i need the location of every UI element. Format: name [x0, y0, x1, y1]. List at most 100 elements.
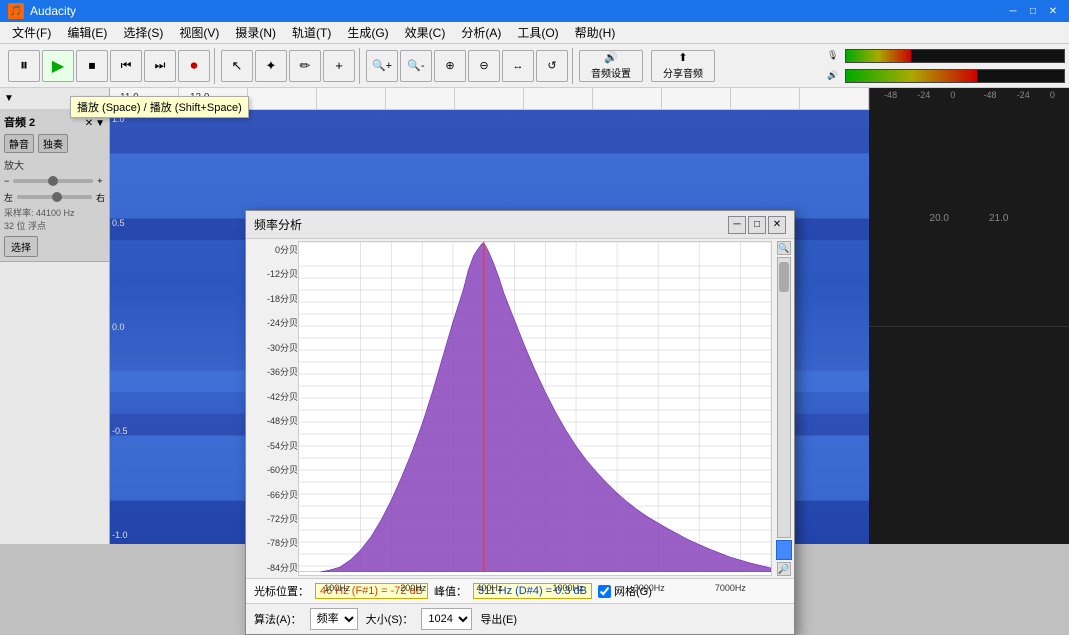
audio-controls: 🔊 音频设置 ⬆ 分享音频	[575, 48, 719, 84]
vu-placeholder2: 21.0	[989, 213, 1008, 224]
menu-track[interactable]: 轨道(T)	[284, 22, 339, 43]
undo-zoom-button[interactable]: ↺	[536, 50, 568, 82]
select-tool-button[interactable]: ↖	[221, 50, 253, 82]
draw-tool-button[interactable]: ✏	[289, 50, 321, 82]
dialog-title-bar: 频率分析 ─ □ ✕	[246, 211, 794, 239]
play-tooltip: 播放 (Space) / 播放 (Shift+Space)	[70, 96, 249, 118]
menu-tools[interactable]: 工具(O)	[509, 22, 566, 43]
y-label-30: -30分贝	[250, 341, 298, 354]
pan-slider[interactable]	[17, 195, 92, 199]
track-sample-rate: 采样率: 44100 Hz	[4, 206, 105, 219]
mute-button[interactable]: 静音	[4, 134, 34, 153]
vu-top: 20.0 21.0	[869, 110, 1069, 327]
dialog-close[interactable]: ✕	[768, 216, 786, 234]
dialog-maximize[interactable]: □	[748, 216, 766, 234]
x-label-1000: 1000Hz	[553, 583, 584, 593]
edit-tools: ↖ ✦ ✏ +	[217, 48, 360, 84]
x-label-200: 200Hz	[400, 583, 426, 593]
freq-chart-svg	[299, 242, 771, 572]
app-icon: 🎵	[8, 3, 24, 19]
play-button[interactable]: ▶ 播放 (Space) / 播放 (Shift+Space)	[42, 50, 74, 82]
pause-button[interactable]: ⏸	[8, 50, 40, 82]
vu-toolbar-area: 🎙 -48 -24 0 🔊	[827, 47, 1065, 85]
zoom-width-button[interactable]: ↔	[502, 50, 534, 82]
algorithm-select[interactable]: 频率	[310, 608, 358, 630]
title-bar: 🎵 Audacity ─ □ ✕	[0, 0, 1069, 22]
vu-record-meter: -48 -24 0	[845, 49, 1065, 63]
menu-effect[interactable]: 效果(C)	[397, 22, 454, 43]
envelope-tool-button[interactable]: ✦	[255, 50, 287, 82]
multi-tool-button[interactable]: +	[323, 50, 355, 82]
zoom-out-button[interactable]: 🔍-	[400, 50, 432, 82]
audio-setup-label: 音频设置	[591, 65, 631, 80]
chart-scrollbar[interactable]	[777, 257, 791, 538]
share-label: 分享音频	[663, 65, 703, 80]
track-panel: 音频 2 ✕ ▼ 静音 独奏 放大 − + 左 右 采样率: 4410	[0, 110, 110, 544]
zoom-out-icon[interactable]: 🔎	[777, 562, 791, 576]
menu-select[interactable]: 选择(S)	[115, 22, 171, 43]
zoom-fit-button[interactable]: ⊕	[434, 50, 466, 82]
menu-generate[interactable]: 生成(G)	[339, 22, 396, 43]
x-axis-labels: 100Hz 200Hz 400Hz 1000Hz 3000Hz 7000Hz	[299, 583, 771, 593]
freq-chart-area[interactable]: 100Hz 200Hz 400Hz 1000Hz 3000Hz 7000Hz	[298, 241, 772, 576]
y-label-42: -42分贝	[250, 390, 298, 403]
menu-file[interactable]: 文件(F)	[4, 22, 59, 43]
close-button[interactable]: ✕	[1045, 3, 1061, 19]
transport-controls: ⏸ ▶ 播放 (Space) / 播放 (Shift+Space) ⏹ ⏮ ⏭ …	[4, 48, 215, 84]
vu-label-48l: -48	[884, 90, 897, 100]
size-select[interactable]: 1024	[421, 608, 472, 630]
x-label-7000: 7000Hz	[715, 583, 746, 593]
track-arrows: ✕ ▼	[85, 118, 105, 129]
gain-slider[interactable]	[13, 179, 93, 183]
record-button[interactable]: ⏺	[178, 50, 210, 82]
menu-edit[interactable]: 编辑(E)	[59, 22, 115, 43]
vu-play-level	[846, 70, 977, 82]
zoom-in-icon[interactable]: 🔍	[777, 241, 791, 255]
skip-fwd-button[interactable]: ⏭	[144, 50, 176, 82]
track-select-button[interactable]: 选择	[4, 236, 38, 257]
track-expand-icon[interactable]: ✕	[85, 118, 93, 129]
track-collapse-icon[interactable]: ▼	[95, 118, 105, 129]
menu-bar: 文件(F) 编辑(E) 选择(S) 视图(V) 摄录(N) 轨道(T) 生成(G…	[0, 22, 1069, 44]
solo-button[interactable]: 独奏	[38, 134, 68, 153]
x-label-400: 400Hz	[476, 583, 502, 593]
spectrum-fill	[299, 243, 771, 572]
menu-record[interactable]: 摄录(N)	[227, 22, 284, 43]
skip-back-button[interactable]: ⏮	[110, 50, 142, 82]
menu-help[interactable]: 帮助(H)	[567, 22, 624, 43]
maximize-button[interactable]: □	[1025, 3, 1041, 19]
y-label-48: -48分贝	[250, 414, 298, 427]
y-label-66: -66分贝	[250, 488, 298, 501]
share-audio-button[interactable]: ⬆ 分享音频	[651, 50, 715, 82]
dialog-minimize[interactable]: ─	[728, 216, 746, 234]
menu-analyze[interactable]: 分析(A)	[453, 22, 509, 43]
vu-label-24r: -24	[1017, 90, 1030, 100]
app-title: Audacity	[30, 4, 76, 18]
zoom-tools: 🔍+ 🔍- ⊕ ⊖ ↔ ↺	[362, 48, 573, 84]
menu-view[interactable]: 视图(V)	[171, 22, 227, 43]
track-header: 音频 2 ✕ ▼ 静音 独奏 放大 − + 左 右 采样率: 4410	[0, 110, 109, 262]
stop-button[interactable]: ⏹	[76, 50, 108, 82]
track-name: 音频 2	[4, 114, 35, 130]
speaker-icon: 🔊	[827, 70, 841, 81]
minimize-button[interactable]: ─	[1005, 3, 1021, 19]
track-mute-solo: 静音 独奏	[4, 134, 105, 153]
vu-record-row: 🎙 -48 -24 0	[827, 47, 1065, 65]
freq-analysis-dialog: 频率分析 ─ □ ✕ 0分贝 -12分贝 -18分贝 -24分贝 -30分贝 -…	[245, 210, 795, 635]
algorithm-label: 算法(A)：	[254, 611, 302, 627]
gain-plus-icon: +	[97, 176, 102, 186]
y-label-78: -78分贝	[250, 536, 298, 549]
vu-ruler-space: -48 -24 0 -48 -24 0	[869, 88, 1069, 110]
x-label-3000: 3000Hz	[634, 583, 665, 593]
y-label-84: -84分贝	[250, 561, 298, 574]
audio-setup-button[interactable]: 🔊 音频设置	[579, 50, 643, 82]
zoom-reset-button[interactable]: ⊖	[468, 50, 500, 82]
vu-ruler-labels: -48 -24 0 -48 -24 0	[870, 88, 1069, 102]
vu-label-0r: 0	[1050, 90, 1055, 100]
y-label-36: -36分贝	[250, 365, 298, 378]
chart-wrapper: 0分贝 -12分贝 -18分贝 -24分贝 -30分贝 -36分贝 -42分贝 …	[246, 239, 794, 578]
chart-right-controls: 🔍 🔎	[774, 239, 794, 578]
vu-bottom	[869, 327, 1069, 544]
zoom-in-button[interactable]: 🔍+	[366, 50, 398, 82]
vu-placeholder: 20.0	[930, 213, 949, 224]
